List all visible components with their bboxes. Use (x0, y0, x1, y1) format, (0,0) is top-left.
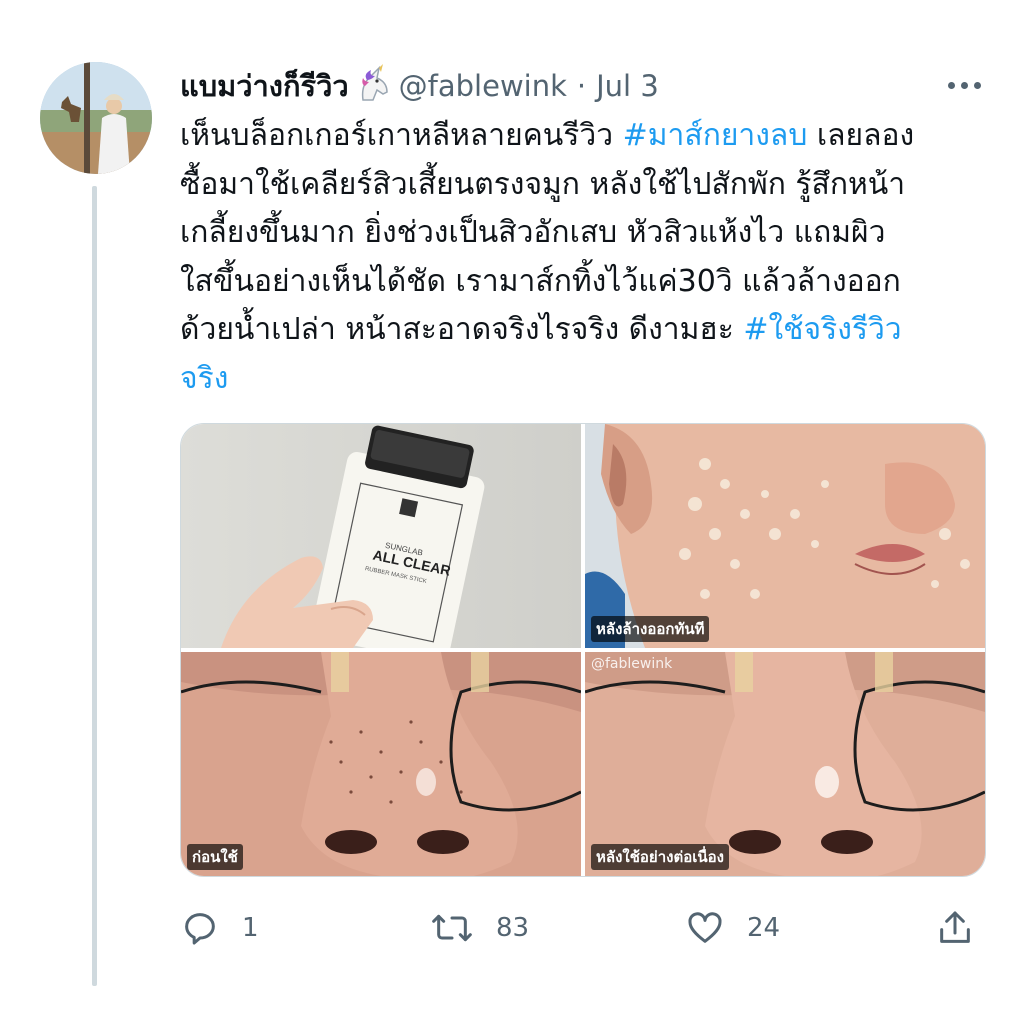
tweet-text-segment: เห็นบล็อกเกอร์เกาหลีหลายคนรีวิว (180, 118, 623, 153)
tweet-text-line: จริง (180, 355, 1000, 404)
caption-after-continuous: หลังใช้อย่างต่อเนื่อง (591, 844, 729, 870)
media-photo-face[interactable]: หลังล้างออกทันที (585, 424, 985, 648)
more-dot (960, 81, 968, 89)
hashtag-link[interactable]: จริง (180, 361, 228, 396)
tweet-text-segment: ซื้อมาใช้เคลียร์สิวเสี้ยนตรงจมูก หลังใช้… (180, 166, 906, 202)
user-handle[interactable]: @fablewink (399, 69, 567, 103)
reply-button[interactable]: 1 (180, 900, 259, 956)
tweet-text-line: เห็นบล็อกเกอร์เกาหลีหลายคนรีวิว #มาส์กยา… (180, 112, 1000, 161)
watermark: @fablewink (591, 656, 673, 672)
avatar-photo (40, 62, 152, 174)
retweet-icon (430, 908, 474, 948)
share-button[interactable] (935, 900, 975, 956)
tweet-text-segment: เลยลอง (807, 118, 915, 153)
heart-icon (685, 908, 725, 948)
media-photo-product[interactable]: SUNGLAB ALL CLEAR RUBBER MASK STICK (181, 424, 581, 648)
caption-before: ก่อนใช้ (187, 844, 243, 870)
tweet-text-segment: ด้วยน้ำเปล่า หน้าสะอาดจริงไรจริง ดีงามฮะ (180, 312, 744, 347)
tweet-text-line: ซื้อมาใช้เคลียร์สิวเสี้ยนตรงจมูก หลังใช้… (180, 161, 1000, 210)
display-name[interactable]: แบมว่างก็รีวิว (180, 63, 349, 109)
more-dot (973, 81, 981, 89)
caption-after-rinse: หลังล้างออกทันที (591, 616, 710, 642)
retweet-button[interactable]: 83 (430, 900, 529, 956)
reply-count: 1 (242, 913, 259, 943)
share-icon (935, 908, 975, 948)
tweet-text-line: เกลี้ยงขึ้นมาก ยิ่งช่วงเป็นสิวอักเสบ หัว… (180, 209, 1000, 258)
hashtag-link[interactable]: #ใช้จริงรีวิว (743, 312, 901, 347)
more-dot (947, 81, 955, 89)
tweet-text: เห็นบล็อกเกอร์เกาหลีหลายคนรีวิว #มาส์กยา… (180, 112, 1000, 403)
like-count: 24 (747, 913, 781, 943)
like-button[interactable]: 24 (685, 900, 780, 956)
tweet-text-line: ด้วยน้ำเปล่า หน้าสะอาดจริงไรจริง ดีงามฮะ… (180, 306, 1000, 355)
separator-dot: · (576, 69, 587, 103)
media-photo-nose-after[interactable]: @fablewink หลังใช้อย่างต่อเนื่อง (585, 652, 985, 876)
retweet-count: 83 (496, 913, 530, 943)
tweet-date[interactable]: Jul 3 (596, 69, 659, 103)
tweet-text-segment: เกลี้ยงขึ้นมาก ยิ่งช่วงเป็นสิวอักเสบ หัว… (180, 215, 886, 250)
avatar[interactable] (40, 62, 152, 174)
unicorn-emoji-icon (353, 64, 393, 108)
reply-icon (180, 908, 220, 948)
thread-connector-line (92, 186, 97, 986)
tweet-header: แบมว่างก็รีวิว @fablewink · Jul 3 (180, 62, 659, 110)
tweet-text-line: ใสขึ้นอย่างเห็นได้ชัด เรามาส์กทิ้งไว้แค่… (180, 258, 1000, 307)
more-options-icon[interactable] (940, 70, 988, 100)
tweet-text-segment: ใสขึ้นอย่างเห็นได้ชัด เรามาส์กทิ้งไว้แค่… (180, 263, 901, 299)
hashtag-link[interactable]: #มาส์กยางลบ (623, 118, 808, 153)
media-photo-nose-before[interactable]: ก่อนใช้ (181, 652, 581, 876)
action-bar: 1 83 24 (180, 900, 990, 956)
media-grid[interactable]: SUNGLAB ALL CLEAR RUBBER MASK STICK หลัง… (180, 423, 986, 877)
